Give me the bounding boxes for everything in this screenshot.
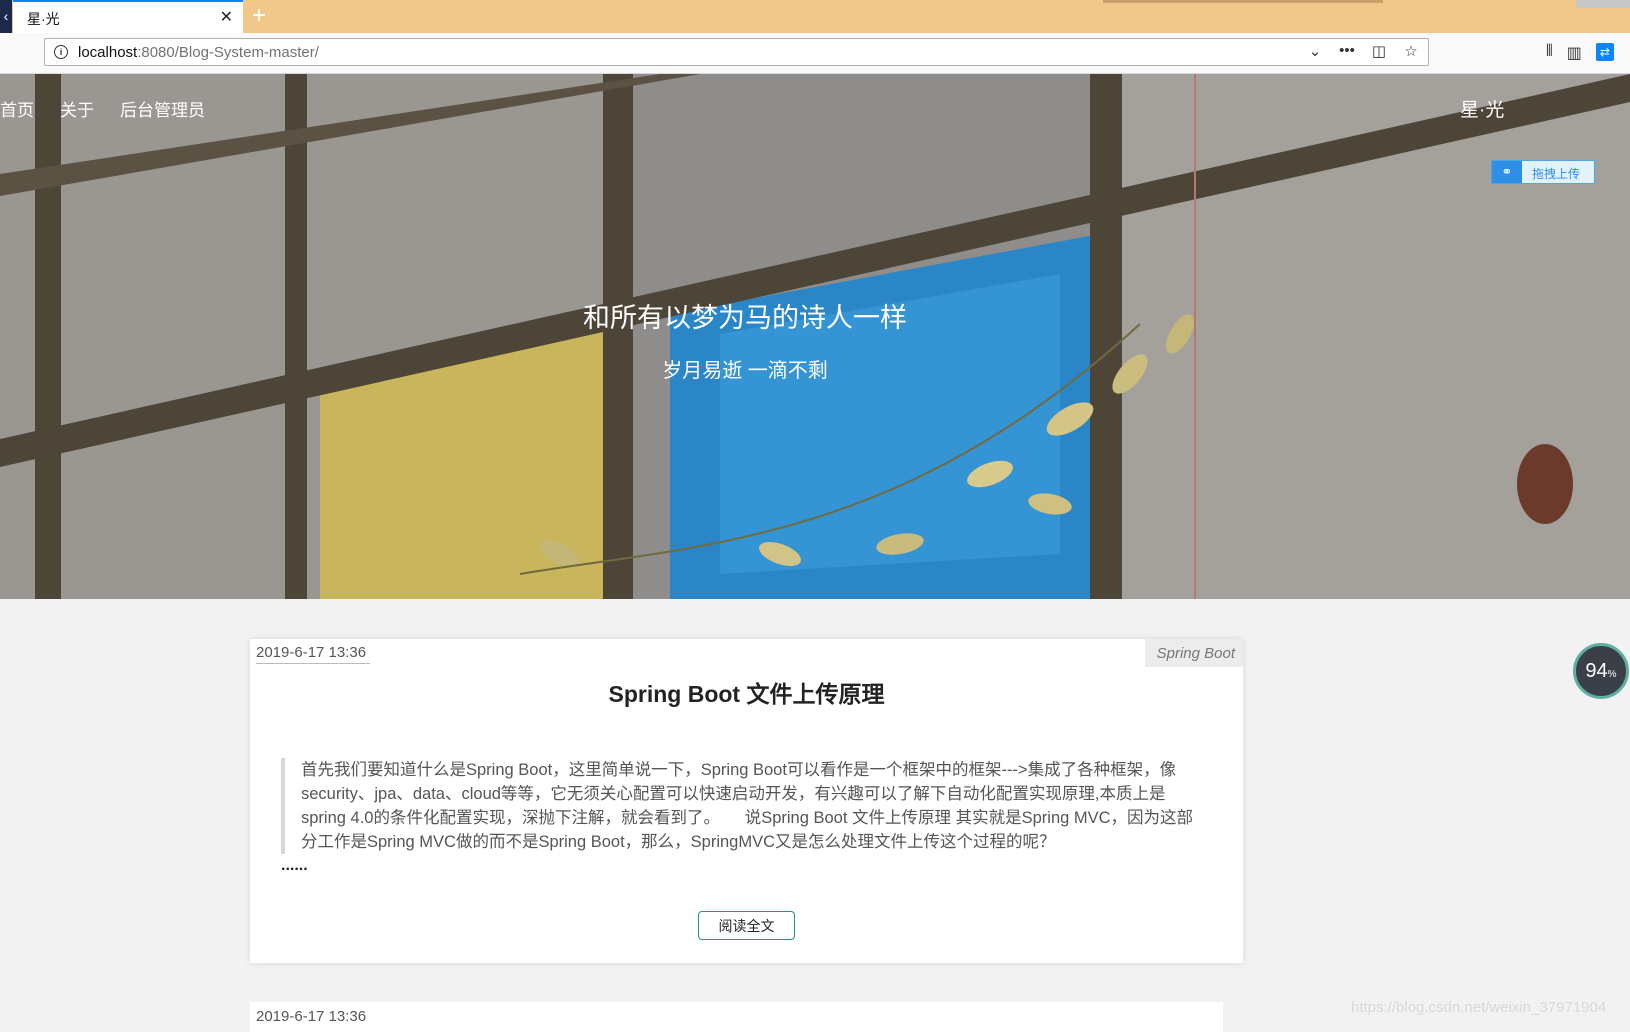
hero-background-image — [0, 74, 1630, 599]
site-brand[interactable]: 星·光 — [1460, 95, 1504, 122]
sync-icon[interactable]: ⇄ — [1595, 43, 1614, 61]
browser-navbar: i localhost:8080/Blog-System-master/ ⌄ •… — [0, 33, 1630, 74]
url-actions: ⌄ ••• ◫ ☆ — [1306, 42, 1420, 60]
hero-subtitle: 岁月易逝 一滴不剩 — [662, 360, 828, 382]
chevron-down-icon[interactable]: ⌄ — [1306, 42, 1324, 60]
browser-tab[interactable]: 星·光 ✕ — [13, 0, 243, 33]
nav-link-admin[interactable]: 后台管理员 — [120, 96, 205, 121]
new-tab-button[interactable]: + — [252, 2, 266, 30]
url-text[interactable]: localhost:8080/Blog-System-master/ — [78, 44, 319, 61]
sidebar-icon[interactable]: ▥ — [1567, 43, 1582, 63]
more-icon[interactable]: ••• — [1338, 42, 1356, 60]
drag-upload-button[interactable]: ⚭ 拖拽上传 — [1491, 160, 1595, 184]
speed-value: 94 — [1585, 660, 1608, 682]
post-date: 2019-6-17 13:36 — [256, 1008, 367, 1025]
hero-banner: 首页 关于 后台管理员 星·光 ⚭ 拖拽上传 和所有以梦为马的诗人一样 岁月易逝… — [0, 74, 1630, 599]
watermark: https://blog.csdn.net/weixin_37971904 — [1351, 999, 1607, 1016]
address-bar[interactable]: i localhost:8080/Blog-System-master/ ⌄ •… — [44, 38, 1429, 66]
post-title[interactable]: Spring Boot 文件上传原理 — [250, 675, 1243, 709]
library-icon[interactable]: ⫴ — [1546, 43, 1553, 63]
close-icon[interactable]: ✕ — [220, 7, 233, 27]
url-host: localhost — [78, 44, 138, 61]
read-more-button[interactable]: 阅读全文 — [698, 911, 795, 940]
nav-link-about[interactable]: 关于 — [60, 96, 94, 121]
upload-label: 拖拽上传 — [1532, 167, 1581, 181]
tab-bar-decoration — [1103, 0, 1383, 3]
browser-toolbar-right: ⫴ ▥ ⇄ — [1546, 43, 1614, 63]
nav-link-home[interactable]: 首页 — [0, 96, 34, 121]
hero-title: 和所有以梦为马的诗人一样 — [583, 303, 907, 333]
tab-bar-decoration — [1576, 0, 1630, 8]
post-card: 2019-6-17 13:36 Spring Boot Spring Boot … — [250, 639, 1243, 963]
pocket-icon[interactable]: ◫ — [1370, 42, 1388, 60]
post-category[interactable]: Spring Boot — [1144, 639, 1243, 667]
post-date: 2019-6-17 13:36 — [256, 644, 371, 664]
post-list: 2019-6-17 13:36 Spring Boot Spring Boot … — [0, 599, 1630, 1032]
speed-unit: % — [1607, 669, 1617, 680]
star-icon[interactable]: ☆ — [1402, 42, 1420, 60]
tab-scroll-left-icon[interactable]: ‹ — [0, 0, 12, 33]
post-card: 2019-6-17 13:36 — [250, 1002, 1223, 1032]
post-summary: 首先我们要知道什么是Spring Boot，这里简单说一下，Spring Boo… — [281, 758, 1201, 854]
site-nav: 首页 关于 后台管理员 — [0, 96, 205, 121]
url-path: :8080/Blog-System-master/ — [137, 44, 319, 61]
post-ellipsis: ...... — [281, 857, 308, 874]
tab-title: 星·光 — [27, 11, 60, 27]
info-icon[interactable]: i — [54, 45, 68, 59]
cloud-icon: ⚭ — [1492, 161, 1522, 183]
speed-gauge-widget[interactable]: 94% — [1573, 643, 1629, 699]
browser-tab-bar: ‹ 星·光 ✕ + — [0, 0, 1630, 33]
